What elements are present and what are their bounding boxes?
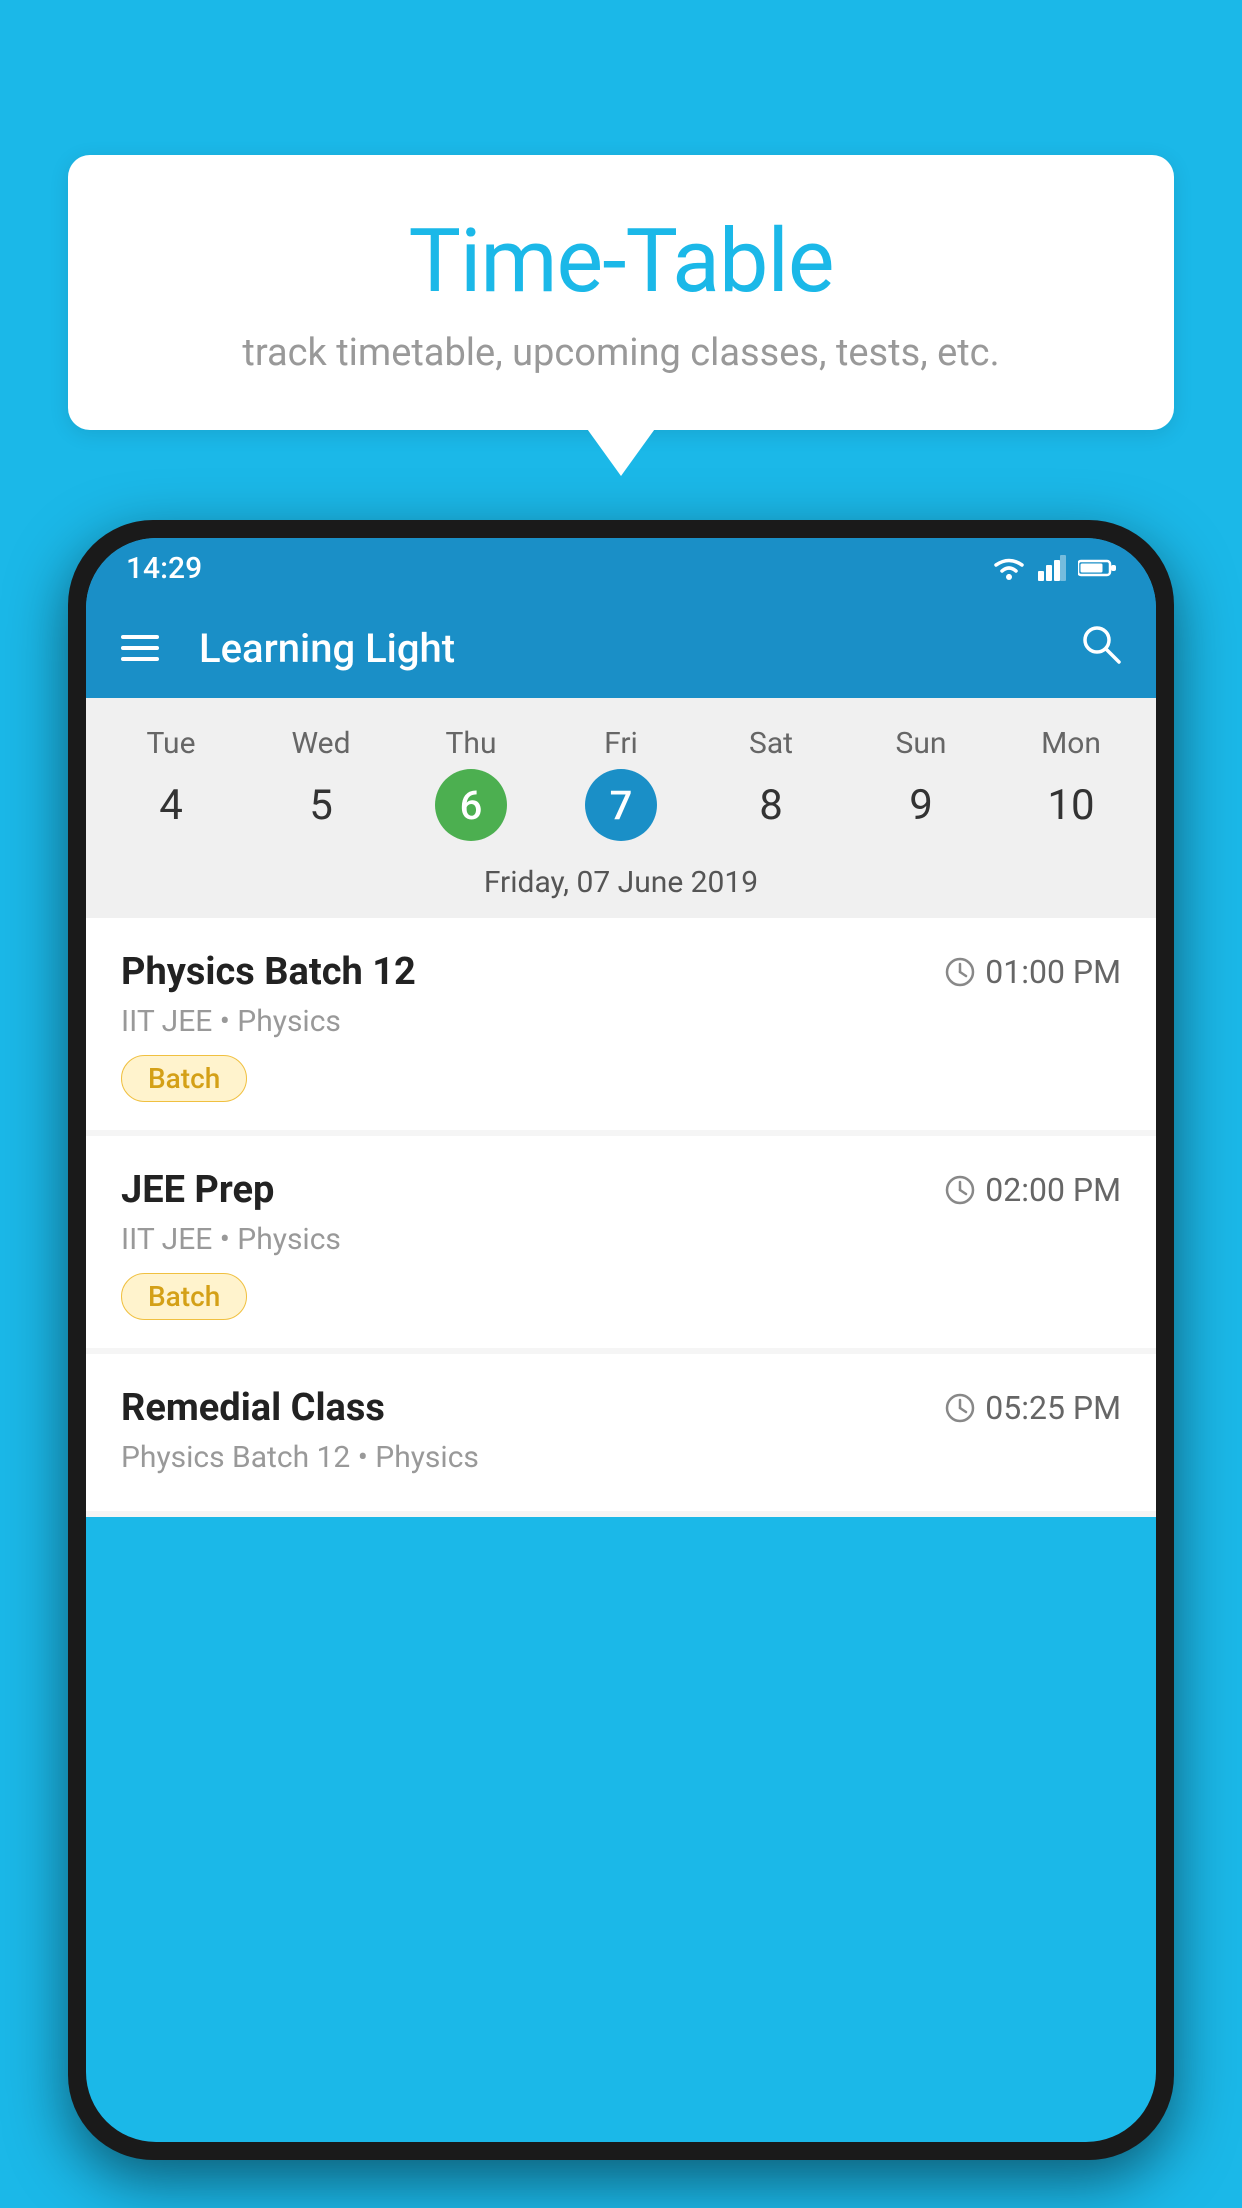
- schedule-time-3: 05:25 PM: [945, 1389, 1121, 1427]
- clock-icon-3: [945, 1393, 975, 1423]
- day-9[interactable]: 9: [846, 769, 996, 857]
- phone-screen: 14:29: [86, 538, 1156, 2142]
- schedule-item-3[interactable]: Remedial Class 05:25 PM Physics Batch 12…: [86, 1354, 1156, 1511]
- schedule-item-1[interactable]: Physics Batch 12 01:00 PM IIT JEE • Phys…: [86, 918, 1156, 1130]
- day-8[interactable]: 8: [696, 769, 846, 857]
- phone-outer: 14:29: [68, 520, 1174, 2160]
- bubble-title: Time-Table: [108, 210, 1134, 313]
- status-icons: [992, 554, 1116, 582]
- day-6[interactable]: 6: [396, 769, 546, 857]
- status-bar: 14:29: [86, 538, 1156, 598]
- schedule-item-3-header: Remedial Class 05:25 PM: [121, 1386, 1121, 1430]
- schedule-meta-3: Physics Batch 12 • Physics: [121, 1440, 1121, 1475]
- speech-bubble-container: Time-Table track timetable, upcoming cla…: [68, 155, 1174, 430]
- wifi-icon: [992, 554, 1026, 582]
- day-10[interactable]: 10: [996, 769, 1146, 857]
- schedule-name-3: Remedial Class: [121, 1386, 385, 1430]
- clock-icon-2: [945, 1175, 975, 1205]
- bubble-subtitle: track timetable, upcoming classes, tests…: [108, 331, 1134, 375]
- signal-icon: [1038, 555, 1066, 581]
- hamburger-menu-button[interactable]: [121, 635, 159, 661]
- calendar-strip: Tue Wed Thu Fri Sat Sun Mon 4 5: [86, 698, 1156, 918]
- day-5[interactable]: 5: [246, 769, 396, 857]
- batch-badge-2: Batch: [121, 1273, 247, 1320]
- schedule-name-2: JEE Prep: [121, 1168, 274, 1212]
- schedule-name-1: Physics Batch 12: [121, 950, 416, 994]
- day-7[interactable]: 7: [546, 769, 696, 857]
- schedule-meta-2: IIT JEE • Physics: [121, 1222, 1121, 1257]
- day-header-mon: Mon: [996, 718, 1146, 769]
- phone-mockup: 14:29: [68, 520, 1174, 2208]
- clock-icon-1: [945, 957, 975, 987]
- schedule-item-2-header: JEE Prep 02:00 PM: [121, 1168, 1121, 1212]
- day-header-wed: Wed: [246, 718, 396, 769]
- day-header-thu: Thu: [396, 718, 546, 769]
- day-header-sat: Sat: [696, 718, 846, 769]
- schedule-time-1: 01:00 PM: [945, 953, 1121, 991]
- day-header-tue: Tue: [96, 718, 246, 769]
- day-4[interactable]: 4: [96, 769, 246, 857]
- search-button[interactable]: [1079, 622, 1121, 675]
- day-numbers: 4 5 6 7 8: [86, 769, 1156, 857]
- app-bar: Learning Light: [86, 598, 1156, 698]
- day-header-fri: Fri: [546, 718, 696, 769]
- day-header-sun: Sun: [846, 718, 996, 769]
- selected-date: Friday, 07 June 2019: [86, 857, 1156, 918]
- schedule-time-2: 02:00 PM: [945, 1171, 1121, 1209]
- schedule-list: Physics Batch 12 01:00 PM IIT JEE • Phys…: [86, 918, 1156, 1517]
- battery-icon: [1078, 558, 1116, 578]
- schedule-item-2[interactable]: JEE Prep 02:00 PM IIT JEE • Physics Batc…: [86, 1136, 1156, 1348]
- schedule-meta-1: IIT JEE • Physics: [121, 1004, 1121, 1039]
- batch-badge-1: Batch: [121, 1055, 247, 1102]
- status-time: 14:29: [126, 551, 202, 586]
- day-headers: Tue Wed Thu Fri Sat Sun Mon: [86, 718, 1156, 769]
- app-title: Learning Light: [199, 625, 1049, 672]
- speech-bubble: Time-Table track timetable, upcoming cla…: [68, 155, 1174, 430]
- schedule-item-1-header: Physics Batch 12 01:00 PM: [121, 950, 1121, 994]
